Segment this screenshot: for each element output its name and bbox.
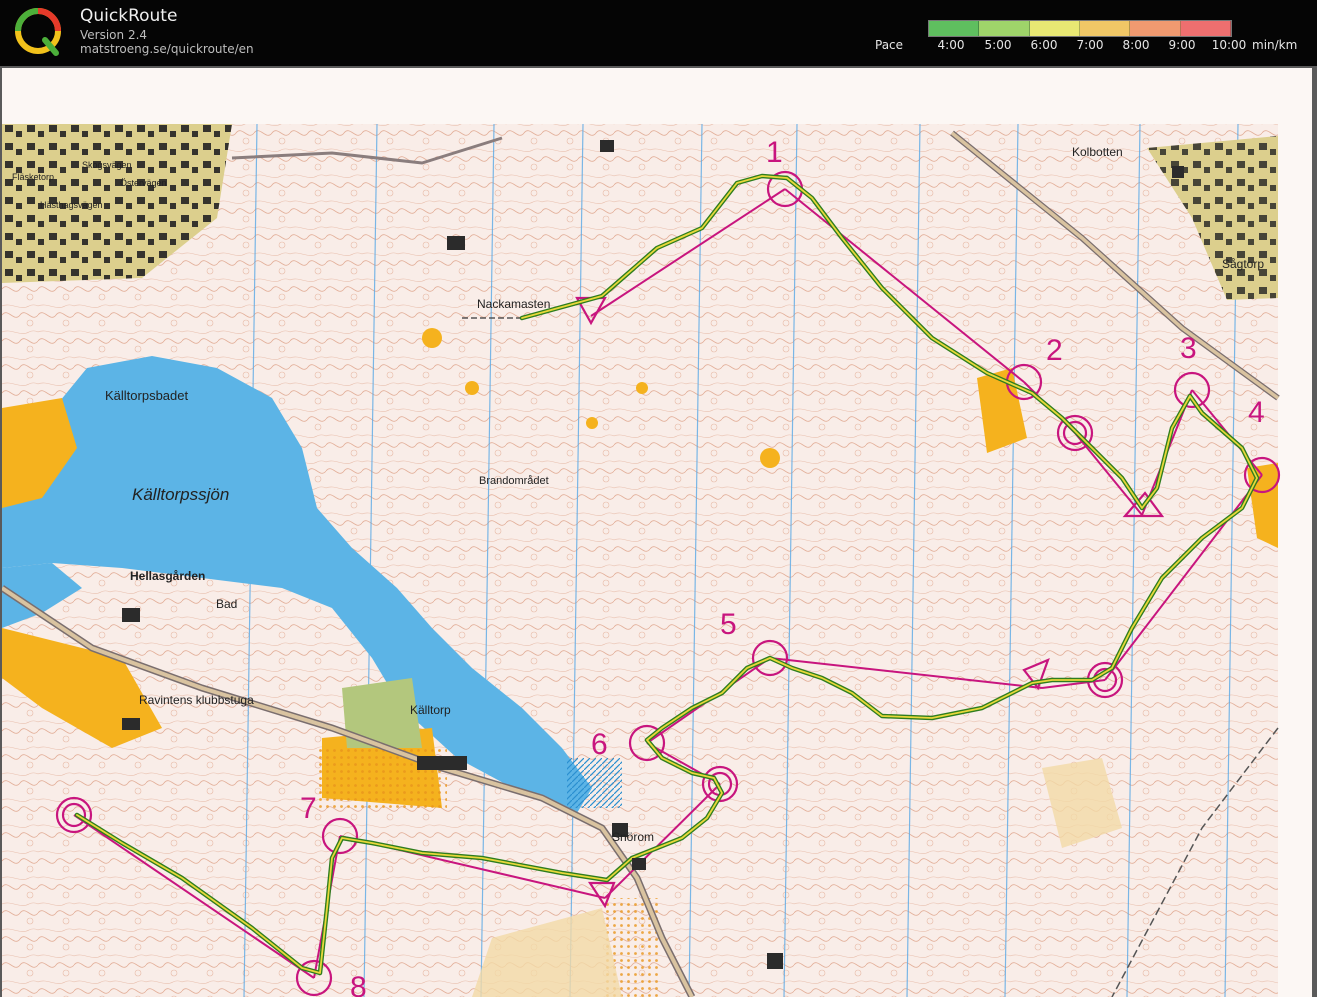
label-kolbotten: Kolbotten [1072, 145, 1123, 159]
quickroute-window: QuickRoute Version 2.4 matstroeng.se/qui… [0, 0, 1317, 997]
scanned-map-paper: Källtorpsbadet Källtorpssjön Hellasgårde… [2, 68, 1312, 997]
label-snorom: Snörom [612, 830, 654, 844]
label-bad: Bad [216, 597, 237, 611]
label-ostervagen: Östervägen [120, 178, 167, 188]
label-nackamasten: Nackamasten [477, 297, 550, 311]
pace-legend-label: Pace [875, 38, 904, 52]
label-hasthagsvagen: Hästhagsvägen [40, 200, 103, 210]
pace-color-segment [1029, 21, 1080, 36]
pace-color-segment [929, 21, 980, 36]
label-flasketorp: Fläsketorp [12, 172, 54, 182]
label-sagtorp: Sågtorp [1222, 257, 1264, 271]
control-number-5: 5 [720, 608, 737, 641]
app-url-link[interactable]: matstroeng.se/quickroute/en [80, 42, 254, 56]
app-version: Version 2.4 [80, 28, 148, 42]
label-brandomradet: Brandområdet [479, 475, 549, 487]
label-kalltorpsbadet: Källtorpsbadet [105, 388, 188, 403]
pace-tick: 6:00 [1030, 38, 1058, 52]
pace-color-segment [1130, 21, 1181, 36]
control-number-1: 1 [766, 136, 783, 169]
quickroute-logo-icon [15, 8, 61, 56]
pace-color-segment [979, 21, 1030, 36]
app-header: QuickRoute Version 2.4 matstroeng.se/qui… [0, 0, 1317, 66]
pace-tick: 9:00 [1168, 38, 1196, 52]
map-viewport[interactable]: Källtorpsbadet Källtorpssjön Hellasgårde… [0, 66, 1317, 997]
label-hellasgarden: Hellasgården [130, 569, 205, 583]
pace-color-segment [1180, 21, 1231, 36]
control-number-2: 2 [1046, 334, 1063, 367]
control-number-6: 6 [591, 728, 608, 761]
pace-tick: 8:00 [1122, 38, 1150, 52]
pace-tick: 10:00 [1211, 38, 1247, 52]
label-kalltorpssjon: Källtorpssjön [132, 485, 229, 504]
label-ravintens-klubbstuga: Ravintens klubbstuga [139, 693, 254, 707]
pace-tick: 5:00 [984, 38, 1012, 52]
label-skogsvagen: Skogsvägen [82, 160, 132, 170]
label-kalltorp: Källtorp [410, 703, 451, 717]
control-number-8: 8 [350, 971, 367, 997]
orienteering-map[interactable]: Källtorpsbadet Källtorpssjön Hellasgårde… [2, 68, 1312, 997]
app-title: QuickRoute [80, 6, 178, 26]
control-number-4: 4 [1248, 396, 1265, 429]
pace-tick: 4:00 [937, 38, 965, 52]
control-number-7: 7 [300, 792, 317, 825]
control-number-3: 3 [1180, 332, 1197, 365]
pace-tick: 7:00 [1076, 38, 1104, 52]
pace-legend-unit: min/km [1252, 38, 1298, 52]
marsh-area [567, 758, 622, 808]
pace-color-scale [928, 20, 1232, 37]
pace-color-segment [1080, 21, 1131, 36]
